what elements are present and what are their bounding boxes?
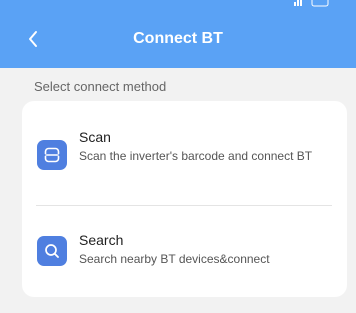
connect-method-card: Scan Scan the inverter's barcode and con… — [22, 101, 347, 297]
scan-icon — [37, 140, 67, 170]
scan-option[interactable]: Scan Scan the inverter's barcode and con… — [22, 123, 347, 193]
nav-bar: Connect BT — [0, 10, 356, 68]
section-label: Select connect method — [34, 79, 167, 94]
search-title: Search — [79, 232, 124, 248]
search-icon — [37, 236, 67, 266]
scan-title: Scan — [79, 129, 111, 145]
scan-description: Scan the inverter's barcode and connect … — [79, 149, 313, 163]
search-option[interactable]: Search Search nearby BT devices&connect — [22, 226, 347, 276]
divider — [36, 205, 332, 206]
status-bar — [0, 0, 356, 10]
search-description: Search nearby BT devices&connect — [79, 252, 270, 266]
page-title: Connect BT — [133, 30, 223, 47]
status-icons — [292, 0, 332, 7]
